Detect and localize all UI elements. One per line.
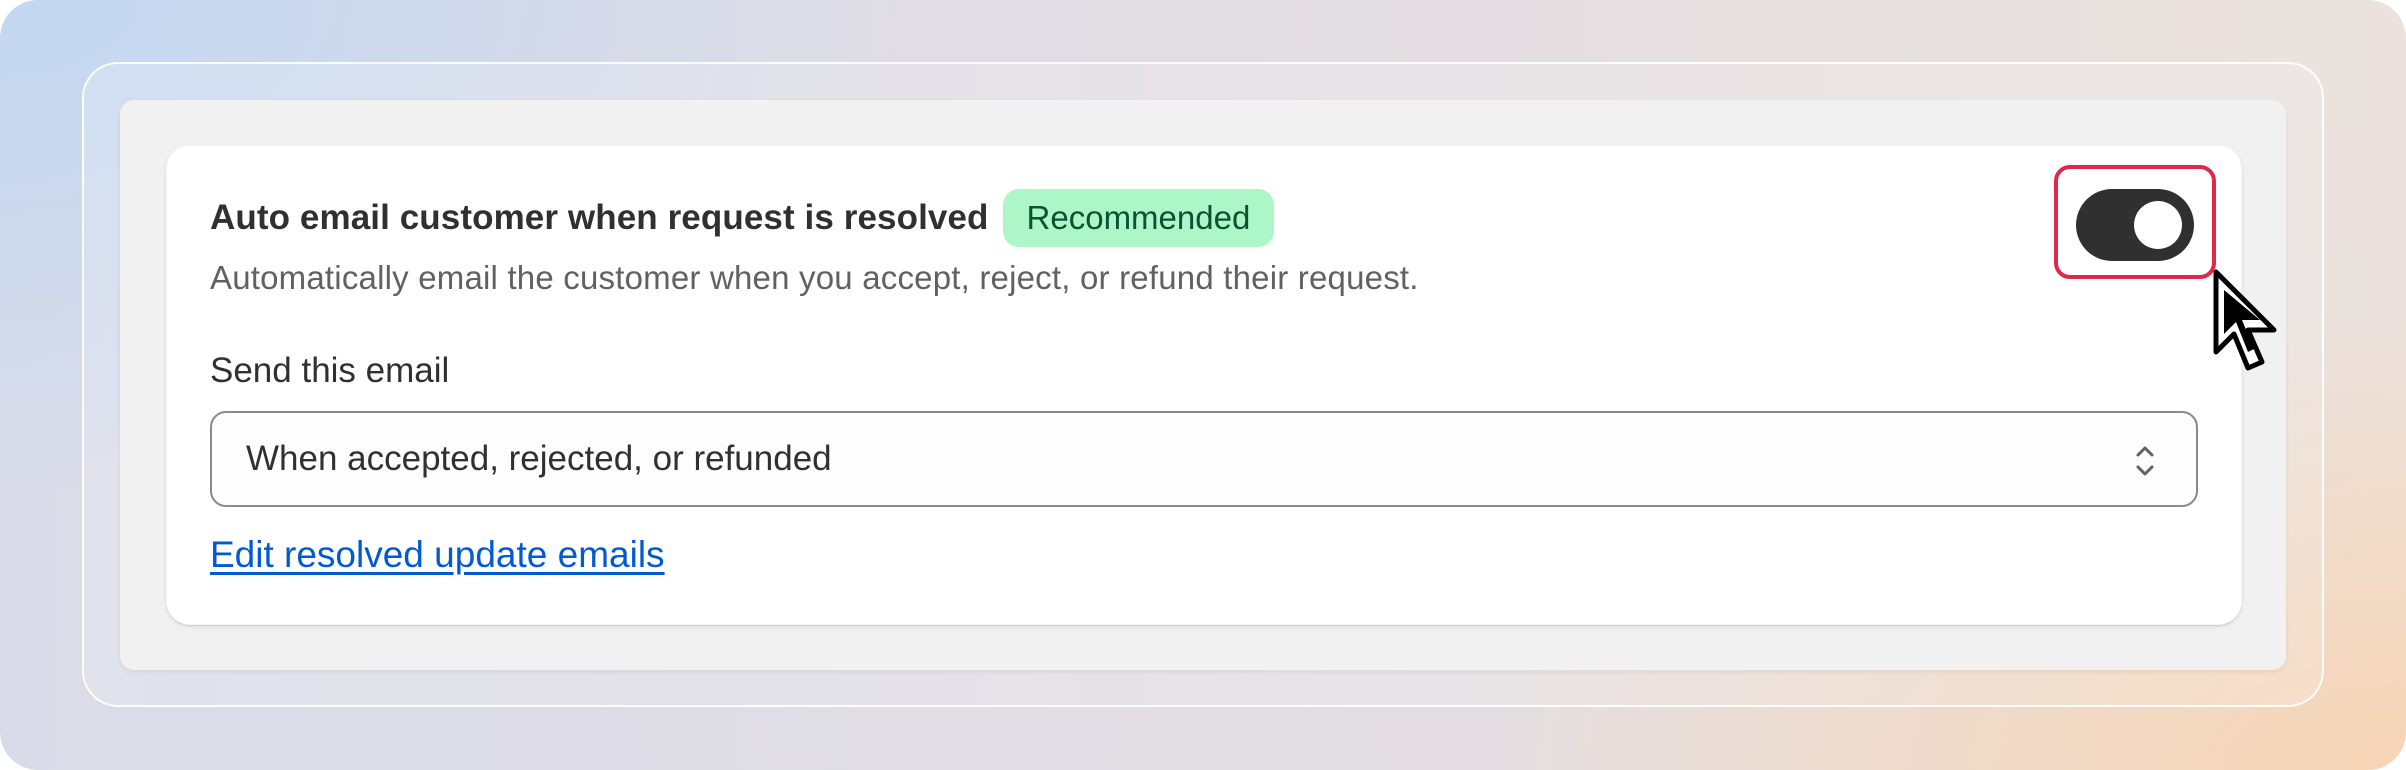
chevron-up-down-icon xyxy=(2136,446,2154,476)
recommended-badge: Recommended xyxy=(1002,189,1275,247)
mouse-cursor-icon xyxy=(2213,269,2277,371)
auto-email-card: Auto email customer when request is reso… xyxy=(166,145,2242,625)
send-email-select[interactable]: When accepted, rejected, or refunded xyxy=(210,411,2198,507)
setting-description: Automatically email the customer when yo… xyxy=(210,259,1419,296)
background: Auto email customer when request is reso… xyxy=(0,0,2406,770)
toggle-knob xyxy=(2134,201,2182,249)
send-email-selected-value: When accepted, rejected, or refunded xyxy=(246,439,832,478)
setting-title: Auto email customer when request is reso… xyxy=(210,198,989,237)
send-email-label: Send this email xyxy=(210,351,450,390)
auto-email-toggle[interactable] xyxy=(2076,189,2194,261)
edit-resolved-emails-link[interactable]: Edit resolved update emails xyxy=(210,534,665,576)
setting-heading: Auto email customer when request is reso… xyxy=(210,189,1275,247)
